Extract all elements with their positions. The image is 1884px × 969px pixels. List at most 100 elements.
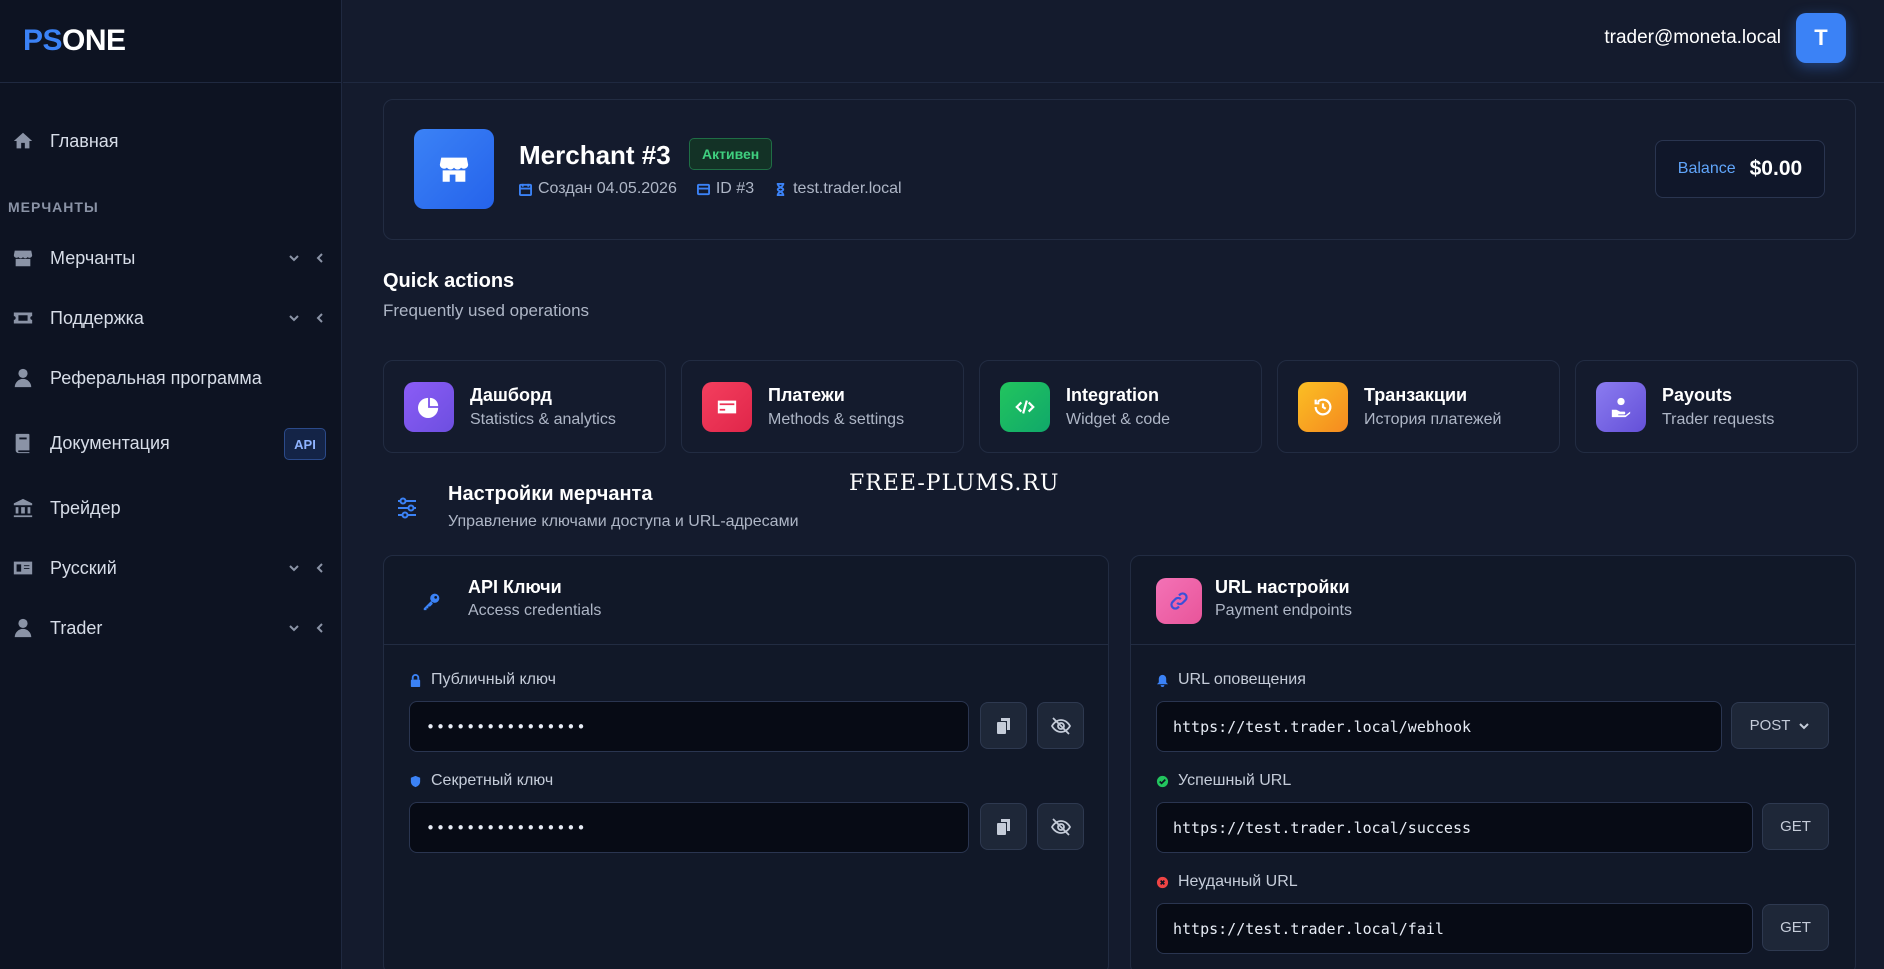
expand-chevrons[interactable]	[288, 312, 326, 324]
quick-action-label: Payouts	[1662, 385, 1733, 405]
language-icon	[10, 557, 36, 579]
user-icon	[10, 617, 36, 639]
key-icon	[409, 578, 455, 624]
lock-icon	[410, 673, 421, 687]
code-icon	[1000, 382, 1050, 432]
success-method-badge[interactable]: GET	[1762, 803, 1829, 850]
chevron-left-icon	[316, 563, 323, 573]
hand-coin-icon	[1596, 382, 1646, 432]
link-icon	[1156, 578, 1202, 624]
fail-url-input[interactable]: https://test.trader.local/fail	[1156, 903, 1753, 954]
sidebar-item-referral[interactable]: Реферальная программа	[0, 358, 342, 398]
api-badge: API	[284, 428, 326, 460]
expand-chevrons[interactable]	[288, 562, 326, 574]
chevron-down-icon	[289, 255, 299, 262]
fail-method-badge[interactable]: GET	[1762, 904, 1829, 951]
toggle-public-key-visibility-button[interactable]	[1037, 702, 1084, 749]
sidebar-section-label: МЕРЧАНТЫ	[8, 199, 99, 215]
api-keys-subtitle: Access credentials	[468, 602, 602, 619]
sidebar-item-trader[interactable]: Трейдер	[0, 488, 342, 528]
expand-chevrons[interactable]	[288, 252, 326, 264]
copy-public-key-button[interactable]	[980, 702, 1027, 749]
chevron-left-icon	[316, 253, 323, 263]
avatar[interactable]: T	[1796, 13, 1846, 63]
chevron-down-icon	[1799, 722, 1810, 729]
status-badge: Активен	[689, 138, 773, 170]
toggle-secret-key-visibility-button[interactable]	[1037, 803, 1084, 850]
chevron-down-icon	[289, 315, 299, 322]
sidebar-item-language[interactable]: Русский	[0, 548, 342, 588]
sidebar-item-label: Мерчанты	[50, 247, 136, 268]
sidebar-item-label: Трейдер	[50, 497, 121, 518]
eye-slash-icon	[1050, 817, 1071, 836]
merchant-id: ID #3	[715, 180, 755, 197]
success-url-input[interactable]: https://test.trader.local/success	[1156, 802, 1753, 853]
copy-secret-key-button[interactable]	[980, 803, 1027, 850]
quick-action-payouts[interactable]: Payouts Trader requests	[1575, 360, 1858, 453]
quick-action-desc: Methods & settings	[768, 411, 905, 428]
sidebar-item-support[interactable]: Поддержка	[0, 298, 342, 338]
logo-bar: PSONE	[0, 0, 341, 83]
sidebar-item-merchants[interactable]: Мерчанты	[0, 238, 342, 278]
store-icon	[10, 247, 36, 269]
success-url-label: Успешный URL	[1156, 772, 1291, 790]
quick-action-payments[interactable]: Платежи Methods & settings	[681, 360, 964, 453]
copy-icon	[996, 717, 1010, 734]
chevron-left-icon	[316, 313, 323, 323]
secret-key-label: Секретный ключ	[409, 772, 553, 790]
api-keys-header: API Ключи Access credentials	[384, 556, 1108, 645]
url-settings-subtitle: Payment endpoints	[1215, 602, 1352, 619]
check-circle-icon	[1156, 775, 1169, 787]
sidebar-item-label: Поддержка	[50, 307, 144, 328]
bell-icon	[1156, 674, 1169, 687]
success-url-label-text: Успешный URL	[1178, 772, 1292, 789]
quick-actions-title: Quick actions	[383, 270, 515, 292]
url-settings-header: URL настройки Payment endpoints	[1131, 556, 1855, 645]
quick-action-label: Дашборд	[470, 385, 552, 405]
merchant-card: Merchant #3 Активен Создан 04.05.2026 ID…	[383, 99, 1856, 240]
api-keys-panel: API Ключи Access credentials Публичный к…	[383, 555, 1109, 969]
merchant-meta: Создан 04.05.2026 ID #3 test.trader.loca…	[519, 180, 902, 198]
user-email: trader@moneta.local	[1604, 27, 1781, 48]
sidebar-item-home[interactable]: Главная	[0, 121, 342, 161]
brand-logo-part1: PS	[23, 24, 63, 57]
created-date: Создан 04.05.2026	[538, 180, 677, 197]
notify-method-select[interactable]: POST	[1731, 702, 1829, 749]
api-keys-title: API Ключи	[468, 577, 562, 597]
notify-url-label-text: URL оповещения	[1178, 671, 1306, 688]
sidebar-item-user-menu[interactable]: Trader	[0, 608, 342, 648]
expand-chevrons[interactable]	[288, 622, 326, 634]
settings-title: Настройки мерчанта	[448, 483, 653, 505]
secret-key-field[interactable]: ••••••••••••••••	[409, 802, 969, 853]
quick-action-transactions[interactable]: Транзакции История платежей	[1277, 360, 1560, 453]
url-settings-title: URL настройки	[1215, 577, 1350, 597]
quick-action-desc: История платежей	[1364, 411, 1502, 428]
copy-icon	[996, 818, 1010, 835]
notify-url-input[interactable]: https://test.trader.local/webhook	[1156, 701, 1722, 752]
sidebar-item-label: Trader	[50, 617, 103, 638]
history-icon	[1298, 382, 1348, 432]
notify-method-value: POST	[1749, 717, 1791, 734]
sidebar: PSONE Главная МЕРЧАНТЫ Мерчанты Поддержк…	[0, 0, 342, 969]
public-key-field[interactable]: ••••••••••••••••	[409, 701, 969, 752]
brand-logo-part2: ONE	[62, 24, 126, 57]
quick-action-dashboard[interactable]: Дашборд Statistics & analytics	[383, 360, 666, 453]
sidebar-item-label: Документация	[50, 432, 170, 453]
store-icon	[414, 129, 494, 209]
sidebar-item-label: Главная	[50, 130, 119, 151]
sidebar-item-docs[interactable]: Документация API	[0, 423, 342, 463]
quick-action-desc: Statistics & analytics	[470, 411, 616, 428]
brand-logo[interactable]: PSONE	[23, 24, 126, 58]
quick-action-integration[interactable]: Integration Widget & code	[979, 360, 1262, 453]
fail-url-label-text: Неудачный URL	[1178, 873, 1298, 890]
credit-card-icon	[702, 382, 752, 432]
eye-slash-icon	[1050, 716, 1071, 735]
ticket-icon	[10, 307, 36, 329]
hourglass-icon	[776, 182, 785, 196]
quick-action-label: Integration	[1066, 385, 1159, 405]
settings-subtitle: Управление ключами доступа и URL-адресам…	[448, 513, 799, 530]
bank-icon	[10, 497, 36, 519]
x-circle-icon	[1156, 876, 1169, 888]
balance-label: Balance	[1677, 160, 1736, 177]
shield-icon	[410, 775, 421, 787]
